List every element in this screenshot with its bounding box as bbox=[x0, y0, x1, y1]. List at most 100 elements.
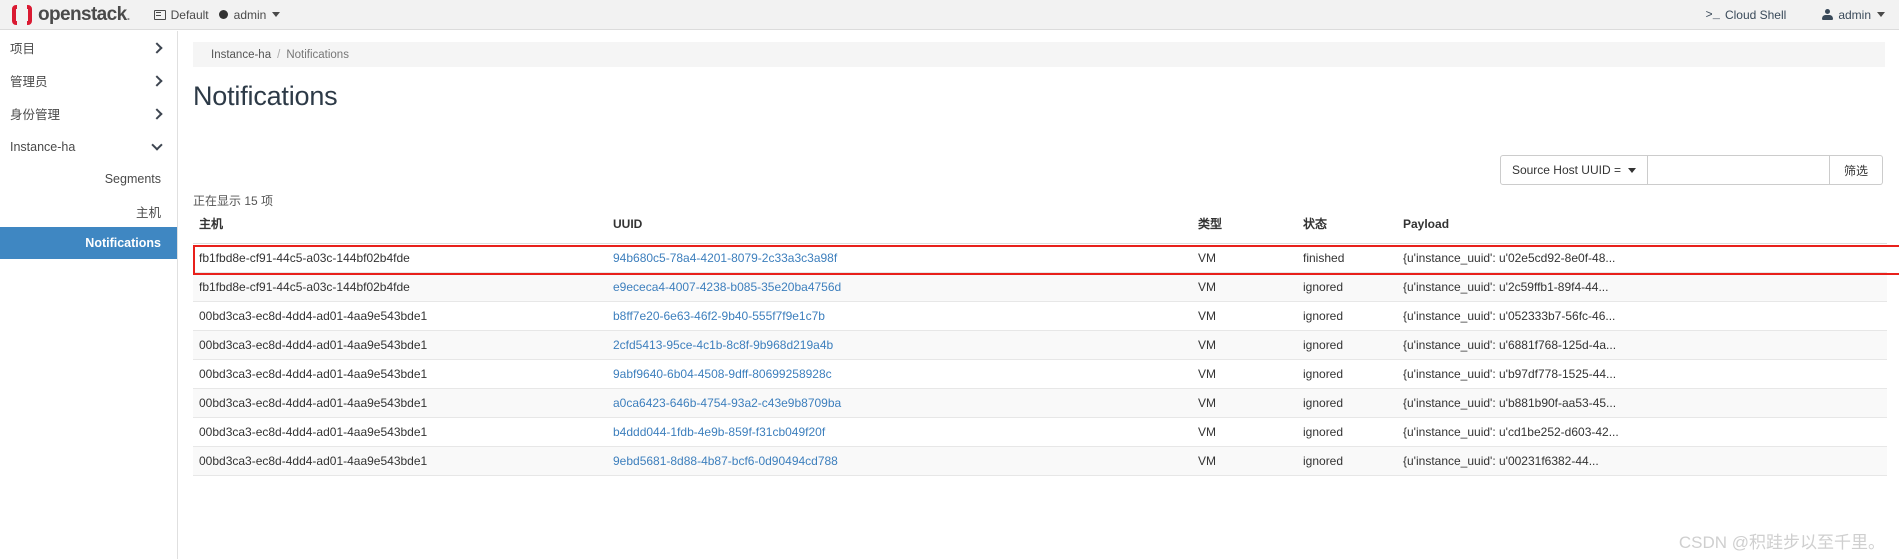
cell-type: VM bbox=[1198, 359, 1303, 389]
table-row[interactable]: 00bd3ca3-ec8d-4dd4-ad01-4aa9e543bde1 2cf… bbox=[193, 330, 1887, 360]
cell-host: 00bd3ca3-ec8d-4dd4-ad01-4aa9e543bde1 bbox=[193, 359, 613, 389]
topbar-right-region: >_ Cloud Shell admin bbox=[1706, 8, 1885, 22]
cell-type: VM bbox=[1198, 243, 1303, 273]
sidebar-item-label: Notifications bbox=[85, 236, 161, 250]
cell-host: fb1fbd8e-cf91-44c5-a03c-144bf02b4fde bbox=[193, 243, 613, 273]
cell-status: ignored bbox=[1303, 330, 1403, 360]
cell-payload: {u'instance_uuid': u'00231f6382-44... bbox=[1403, 446, 1887, 476]
cloud-shell-button[interactable]: >_ Cloud Shell bbox=[1706, 8, 1787, 22]
sidebar-item-label: 主机 bbox=[135, 205, 161, 220]
sidebar-navigation: 项目 管理员 身份管理 Instance-ha Segments 主机 Noti… bbox=[0, 31, 178, 559]
filter-field-dropdown[interactable]: Source Host UUID = bbox=[1499, 155, 1648, 185]
cell-payload: {u'instance_uuid': u'6881f768-125d-4a... bbox=[1403, 330, 1887, 360]
column-header-payload[interactable]: Payload bbox=[1403, 215, 1887, 244]
cell-type: VM bbox=[1198, 417, 1303, 447]
sidebar-item-label: Segments bbox=[104, 172, 161, 186]
uuid-link[interactable]: a0ca6423-646b-4754-93a2-c43e9b8709ba bbox=[613, 396, 841, 410]
cell-status: ignored bbox=[1303, 417, 1403, 447]
chevron-down-icon bbox=[272, 12, 281, 17]
filter-field-label: Source Host UUID = bbox=[1511, 163, 1621, 177]
cell-type: VM bbox=[1198, 330, 1303, 360]
openstack-mark-icon bbox=[12, 3, 32, 26]
cell-payload: {u'instance_uuid': u'b97df778-1525-44... bbox=[1403, 359, 1887, 389]
column-header-host[interactable]: 主机 bbox=[193, 215, 613, 244]
cell-uuid: b8ff7e20-6e63-46f2-9b40-555f7f9e1c7b bbox=[613, 301, 1198, 331]
sidebar-item-label: 项目 bbox=[10, 42, 36, 56]
notifications-table: 主机 UUID 类型 状态 Payload fb1fbd8e-cf91-44c5… bbox=[193, 215, 1887, 476]
openstack-logo[interactable]: openstack. bbox=[12, 0, 130, 30]
table-row[interactable]: 00bd3ca3-ec8d-4dd4-ad01-4aa9e543bde1 9ab… bbox=[193, 359, 1887, 389]
cell-host: 00bd3ca3-ec8d-4dd4-ad01-4aa9e543bde1 bbox=[193, 446, 613, 476]
cell-payload: {u'instance_uuid': u'b881b90f-aa53-45... bbox=[1403, 388, 1887, 418]
uuid-link[interactable]: b4ddd044-1fdb-4e9b-859f-f31cb049f20f bbox=[613, 425, 825, 439]
filter-toolbar: Source Host UUID = 筛选 bbox=[1499, 155, 1883, 185]
table-row[interactable]: 00bd3ca3-ec8d-4dd4-ad01-4aa9e543bde1 b4d… bbox=[193, 417, 1887, 447]
sidebar-item-admin[interactable]: 管理员 bbox=[0, 64, 177, 97]
terminal-icon: >_ bbox=[1705, 7, 1720, 22]
cell-type: VM bbox=[1198, 301, 1303, 331]
uuid-link[interactable]: 94b680c5-78a4-4201-8079-2c33a3c3a98f bbox=[613, 251, 837, 265]
table-row[interactable]: fb1fbd8e-cf91-44c5-a03c-144bf02b4fde e9e… bbox=[193, 272, 1887, 302]
cell-host: fb1fbd8e-cf91-44c5-a03c-144bf02b4fde bbox=[193, 272, 613, 302]
table-header: 主机 UUID 类型 状态 Payload bbox=[193, 215, 1887, 244]
sidebar-item-label: 管理员 bbox=[10, 75, 48, 89]
cell-payload: {u'instance_uuid': u'052333b7-56fc-46... bbox=[1403, 301, 1887, 331]
column-header-type[interactable]: 类型 bbox=[1198, 215, 1303, 244]
cell-type: VM bbox=[1198, 388, 1303, 418]
breadcrumb-separator: / bbox=[277, 48, 281, 61]
uuid-link[interactable]: e9ececa4-4007-4238-b085-35e20ba4756d bbox=[613, 280, 841, 294]
table-row[interactable]: 00bd3ca3-ec8d-4dd4-ad01-4aa9e543bde1 9eb… bbox=[193, 446, 1887, 476]
result-count-text: 正在显示 15 项 bbox=[193, 194, 274, 208]
brand-name: openstack. bbox=[38, 4, 131, 25]
cell-payload: {u'instance_uuid': u'02e5cd92-8e0f-48... bbox=[1403, 243, 1887, 273]
cell-type: VM bbox=[1198, 272, 1303, 302]
user-account-menu[interactable]: admin bbox=[1822, 8, 1885, 22]
table-row[interactable]: 00bd3ca3-ec8d-4dd4-ad01-4aa9e543bde1 b8f… bbox=[193, 301, 1887, 331]
filter-submit-button[interactable]: 筛选 bbox=[1829, 155, 1883, 185]
cell-uuid: 94b680c5-78a4-4201-8079-2c33a3c3a98f bbox=[613, 243, 1198, 273]
sidebar-item-hosts[interactable]: 主机 bbox=[0, 195, 177, 227]
table-header-row: 主机 UUID 类型 状态 Payload bbox=[193, 215, 1887, 244]
sidebar-item-segments[interactable]: Segments bbox=[0, 163, 177, 195]
column-header-status[interactable]: 状态 bbox=[1303, 215, 1403, 244]
breadcrumb-current: Notifications bbox=[286, 48, 349, 61]
uuid-link[interactable]: b8ff7e20-6e63-46f2-9b40-555f7f9e1c7b bbox=[613, 309, 825, 323]
breadcrumb: Instance-ha / Notifications bbox=[193, 42, 1885, 67]
cell-type: VM bbox=[1198, 446, 1303, 476]
sidebar-item-label: Instance-ha bbox=[10, 139, 76, 154]
filter-search-input[interactable] bbox=[1647, 155, 1830, 185]
table-row[interactable]: fb1fbd8e-cf91-44c5-a03c-144bf02b4fde 94b… bbox=[193, 243, 1887, 273]
chevron-down-icon bbox=[1877, 12, 1885, 17]
sidebar-item-notifications[interactable]: Notifications bbox=[0, 227, 177, 259]
domain-project-switcher[interactable]: Default admin bbox=[153, 7, 281, 22]
cell-uuid: a0ca6423-646b-4754-93a2-c43e9b8709ba bbox=[613, 388, 1198, 418]
domain-label: Default bbox=[170, 7, 209, 22]
table-body: fb1fbd8e-cf91-44c5-a03c-144bf02b4fde 94b… bbox=[193, 243, 1887, 476]
page-title: Notifications bbox=[193, 81, 338, 111]
brand-dot: . bbox=[126, 8, 131, 23]
cell-status: finished bbox=[1303, 243, 1403, 273]
cell-uuid: 9ebd5681-8d88-4b87-bcf6-0d90494cd788 bbox=[613, 446, 1198, 476]
uuid-link[interactable]: 2cfd5413-95ce-4c1b-8c8f-9b968d219a4b bbox=[613, 338, 833, 352]
sidebar-item-label: 身份管理 bbox=[10, 108, 61, 122]
sidebar-item-identity[interactable]: 身份管理 bbox=[0, 97, 177, 130]
sidebar-item-project[interactable]: 项目 bbox=[0, 31, 177, 64]
cell-host: 00bd3ca3-ec8d-4dd4-ad01-4aa9e543bde1 bbox=[193, 388, 613, 418]
cell-status: ignored bbox=[1303, 446, 1403, 476]
account-label: admin bbox=[1838, 7, 1871, 22]
table-row[interactable]: 00bd3ca3-ec8d-4dd4-ad01-4aa9e543bde1 a0c… bbox=[193, 388, 1887, 418]
project-user-label: admin bbox=[233, 7, 267, 22]
uuid-link[interactable]: 9ebd5681-8d88-4b87-bcf6-0d90494cd788 bbox=[613, 454, 838, 468]
sidebar-item-instance-ha[interactable]: Instance-ha bbox=[0, 130, 177, 163]
column-header-uuid[interactable]: UUID bbox=[613, 215, 1198, 244]
cloud-shell-label: Cloud Shell bbox=[1724, 7, 1787, 22]
cell-host: 00bd3ca3-ec8d-4dd4-ad01-4aa9e543bde1 bbox=[193, 330, 613, 360]
cell-host: 00bd3ca3-ec8d-4dd4-ad01-4aa9e543bde1 bbox=[193, 301, 613, 331]
cell-uuid: b4ddd044-1fdb-4e9b-859f-f31cb049f20f bbox=[613, 417, 1198, 447]
cell-payload: {u'instance_uuid': u'2c59ffb1-89f4-44... bbox=[1403, 272, 1887, 302]
chevron-down-icon bbox=[1627, 167, 1636, 173]
cell-uuid: e9ececa4-4007-4238-b085-35e20ba4756d bbox=[613, 272, 1198, 302]
cell-status: ignored bbox=[1303, 359, 1403, 389]
breadcrumb-parent-link[interactable]: Instance-ha bbox=[211, 49, 271, 61]
uuid-link[interactable]: 9abf9640-6b04-4508-9dff-80699258928c bbox=[613, 367, 832, 381]
